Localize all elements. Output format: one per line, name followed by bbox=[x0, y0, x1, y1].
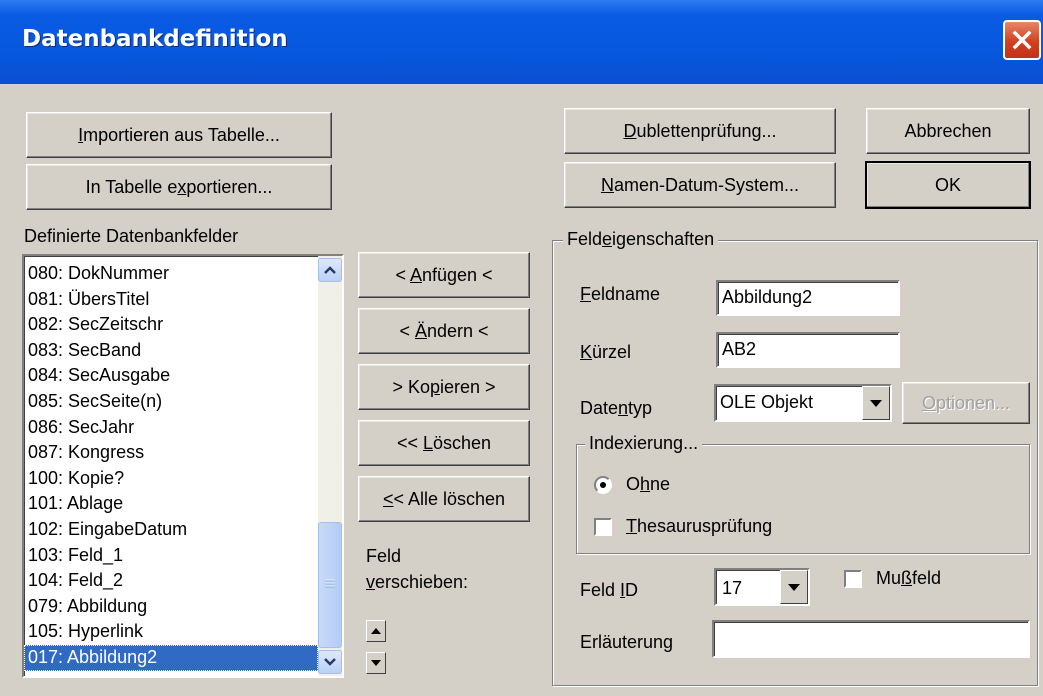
anfuegen-button-label: < Anfügen < bbox=[395, 264, 493, 285]
indexierung-group: Indexierung... bbox=[576, 433, 1030, 554]
move-label-line2: verschieben: bbox=[366, 572, 469, 592]
arrow-up-icon bbox=[371, 628, 381, 634]
fields-scrollbar[interactable] bbox=[318, 256, 342, 676]
chevron-up-icon bbox=[324, 266, 336, 274]
scroll-down-button[interactable] bbox=[318, 650, 342, 674]
list-item[interactable]: 082: SecZeitschr bbox=[24, 312, 318, 338]
move-up-button[interactable] bbox=[366, 620, 386, 642]
cancel-button[interactable]: Abbrechen bbox=[866, 108, 1030, 154]
mussfeld-label: Mußfeld bbox=[876, 568, 942, 588]
kopieren-button-label: > Kopieren > bbox=[392, 376, 496, 397]
feldname-label: Feldname bbox=[580, 284, 661, 304]
thesaurus-label: Thesaurusprüfung bbox=[626, 516, 773, 536]
close-button[interactable] bbox=[1003, 20, 1041, 60]
grip-icon bbox=[325, 579, 335, 588]
kuerzel-input[interactable]: AB2 bbox=[716, 332, 900, 368]
indexierung-legend: Indexierung... bbox=[585, 433, 703, 454]
ok-button-label: OK bbox=[934, 174, 961, 195]
scroll-thumb[interactable] bbox=[318, 522, 342, 648]
fields-list-label: Definierte Datenbankfelder bbox=[24, 226, 239, 246]
scroll-up-button[interactable] bbox=[318, 258, 342, 282]
export-button[interactable]: In Tabelle exportieren... bbox=[26, 164, 332, 210]
list-item[interactable]: 100: Kopie? bbox=[24, 466, 318, 492]
optionen-button-label: Optionen... bbox=[921, 392, 1011, 413]
close-icon bbox=[1012, 30, 1032, 50]
list-item[interactable]: 104: Feld_2 bbox=[24, 568, 318, 594]
chevron-down-icon bbox=[788, 583, 800, 591]
list-item[interactable]: 081: ÜbersTitel bbox=[24, 287, 318, 313]
anfuegen-button[interactable]: < Anfügen < bbox=[358, 252, 530, 298]
dubletten-button-label: Dublettenprüfung... bbox=[623, 120, 777, 141]
chevron-down-icon bbox=[324, 658, 336, 666]
radio-selected-dot bbox=[600, 482, 606, 488]
cancel-button-label: Abbrechen bbox=[904, 120, 992, 141]
list-item[interactable]: 101: Ablage bbox=[24, 491, 318, 517]
datentyp-value: OLE Objekt bbox=[720, 392, 814, 412]
arrow-down-icon bbox=[371, 660, 381, 666]
kuerzel-label: Kürzel bbox=[580, 342, 632, 362]
fields-list-items: 080: DokNummer 081: ÜbersTitel 082: SecZei… bbox=[24, 261, 318, 671]
radio-ohne-label: Ohne bbox=[626, 474, 671, 494]
alle-loeschen-button-label: << Alle löschen bbox=[382, 488, 506, 509]
feldid-dropdown-button[interactable] bbox=[780, 570, 808, 604]
namen-datum-button[interactable]: Namen-Datum-System... bbox=[564, 162, 836, 208]
feldname-input[interactable]: Abbildung2 bbox=[716, 280, 900, 316]
erlaeuterung-input[interactable] bbox=[712, 620, 1030, 658]
thesaurus-checkbox[interactable] bbox=[594, 518, 612, 536]
ok-button[interactable]: OK bbox=[865, 161, 1031, 209]
move-label-line1: Feld bbox=[366, 546, 402, 566]
list-item[interactable]: 083: SecBand bbox=[24, 338, 318, 364]
optionen-button[interactable]: Optionen... bbox=[902, 382, 1030, 424]
list-item[interactable]: 087: Kongress bbox=[24, 440, 318, 466]
list-item[interactable]: 080: DokNummer bbox=[24, 261, 318, 287]
import-button[interactable]: Importieren aus Tabelle... bbox=[26, 112, 332, 158]
list-item[interactable]: 086: SecJahr bbox=[24, 415, 318, 441]
datentyp-select[interactable]: OLE Objekt bbox=[714, 384, 892, 422]
aendern-button-label: < Ändern < bbox=[399, 320, 489, 341]
alle-loeschen-button[interactable]: << Alle löschen bbox=[358, 476, 530, 522]
kopieren-button[interactable]: > Kopieren > bbox=[358, 364, 530, 410]
export-button-label: In Tabelle exportieren... bbox=[85, 176, 273, 197]
feldid-select[interactable]: 17 bbox=[714, 568, 810, 606]
list-item[interactable]: 017: Abbildung2 bbox=[24, 644, 318, 671]
list-item[interactable]: 103: Feld_1 bbox=[24, 543, 318, 569]
list-item[interactable]: 085: SecSeite(n) bbox=[24, 389, 318, 415]
list-item[interactable]: 079: Abbildung bbox=[24, 594, 318, 620]
fields-listbox[interactable]: 080: DokNummer 081: ÜbersTitel 082: SecZei… bbox=[22, 254, 344, 678]
datentyp-dropdown-button[interactable] bbox=[862, 386, 890, 420]
aendern-button[interactable]: < Ändern < bbox=[358, 308, 530, 354]
field-properties-legend: Feldeigenschaften bbox=[563, 229, 719, 250]
dialog-window: Datenbankdefinition Importieren aus Tabe… bbox=[0, 0, 1043, 696]
title-bar[interactable]: Datenbankdefinition bbox=[0, 0, 1043, 84]
move-down-button[interactable] bbox=[366, 652, 386, 674]
namen-datum-button-label: Namen-Datum-System... bbox=[600, 174, 800, 195]
list-item[interactable]: 105: Hyperlink bbox=[24, 619, 318, 645]
feldid-value: 17 bbox=[722, 578, 743, 598]
list-item[interactable]: 102: EingabeDatum bbox=[24, 517, 318, 543]
dubletten-button[interactable]: Dublettenprüfung... bbox=[564, 108, 836, 154]
chevron-down-icon bbox=[870, 399, 882, 407]
erlaeuterung-label: Erläuterung bbox=[580, 632, 674, 652]
radio-ohne[interactable] bbox=[594, 476, 612, 494]
import-button-label: Importieren aus Tabelle... bbox=[78, 124, 280, 145]
mussfeld-checkbox[interactable] bbox=[844, 570, 862, 588]
loeschen-button-label: << Löschen bbox=[396, 432, 492, 453]
feldid-label: Feld ID bbox=[580, 580, 639, 600]
list-item[interactable]: 084: SecAusgabe bbox=[24, 363, 318, 389]
loeschen-button[interactable]: << Löschen bbox=[358, 420, 530, 466]
datentyp-label: Datentyp bbox=[580, 398, 653, 418]
window-title: Datenbankdefinition bbox=[22, 26, 288, 52]
